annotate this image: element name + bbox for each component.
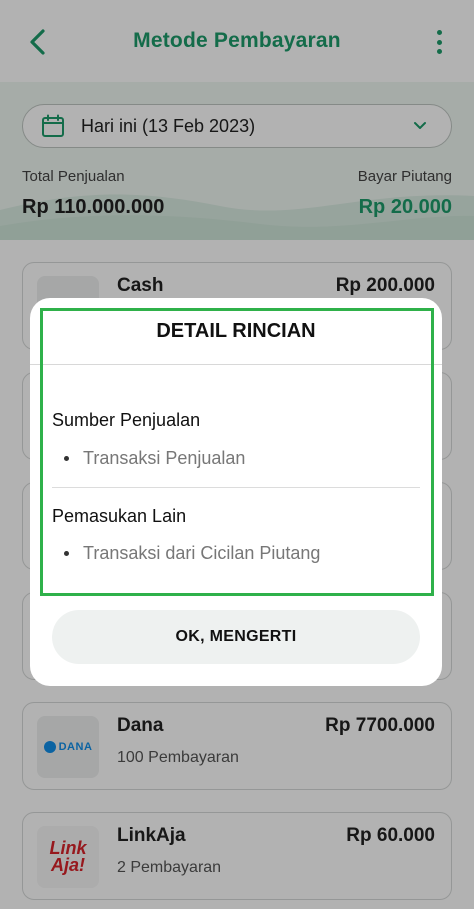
highlight-frame [40,308,434,596]
detail-modal: DETAIL RINCIAN Sumber Penjualan Transaks… [30,298,442,686]
payment-methods-screen: Metode Pembayaran Hari ini (13 Feb 2023)… [0,0,474,909]
modal-backdrop[interactable]: DETAIL RINCIAN Sumber Penjualan Transaks… [0,0,474,909]
ok-button[interactable]: OK, MENGERTI [52,610,420,664]
